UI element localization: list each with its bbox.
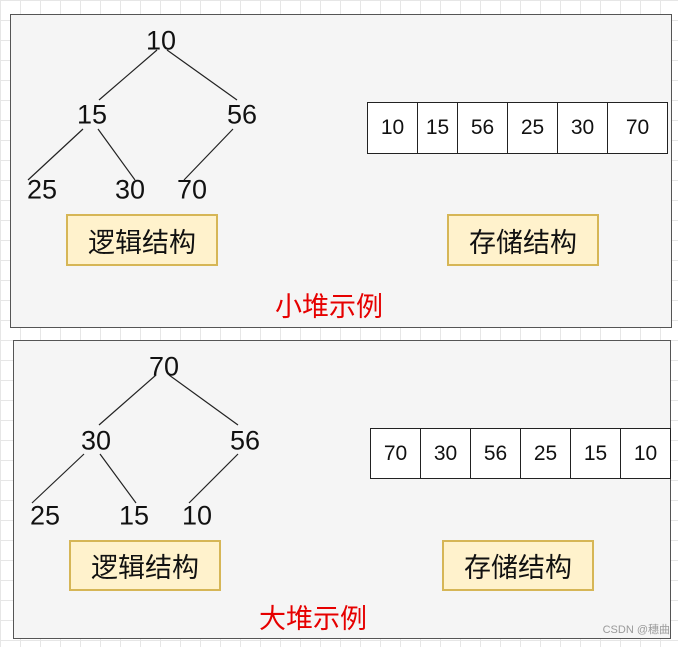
array-cell: 15 xyxy=(418,103,458,153)
min-heap-edges xyxy=(27,49,238,181)
array-cell: 70 xyxy=(625,116,650,139)
storage-array: 10 15 56 25 30 70 xyxy=(367,102,668,154)
edge-left-rightleaf xyxy=(97,128,136,181)
array-cell: 25 xyxy=(521,429,571,478)
edge-right-leftleaf xyxy=(183,128,234,181)
node-root: 10 xyxy=(145,25,177,56)
node-left-left: 25 xyxy=(26,174,58,205)
max-heap-caption: 大堆示例 xyxy=(259,604,367,634)
edge-root-right xyxy=(168,374,239,426)
edge-root-right xyxy=(166,49,238,101)
node-right: 56 xyxy=(229,425,261,456)
edge-left-leftleaf xyxy=(27,128,84,181)
array-cell: 30 xyxy=(421,429,471,478)
logical-structure-label: 逻辑结构 xyxy=(66,214,218,266)
node-right: 56 xyxy=(226,99,258,130)
edge-right-leftleaf xyxy=(188,453,239,504)
edge-root-left xyxy=(98,374,157,426)
storage-structure-label: 存储结构 xyxy=(442,540,594,591)
edge-left-leftleaf xyxy=(31,453,85,504)
node-left-left: 25 xyxy=(29,500,61,531)
node-right-left: 70 xyxy=(176,174,208,205)
min-heap-panel: 10 15 56 25 30 70 10 15 56 25 30 70 逻辑结构… xyxy=(10,14,672,328)
node-right-left: 10 xyxy=(181,500,213,531)
logical-structure-label: 逻辑结构 xyxy=(69,540,221,591)
edge-root-left xyxy=(98,49,158,101)
node-left-right: 15 xyxy=(118,500,150,531)
storage-array: 70 30 56 25 15 10 xyxy=(370,428,671,479)
node-left-right: 30 xyxy=(114,174,146,205)
max-heap-panel: 70 30 56 25 15 10 70 30 56 25 15 10 逻辑结构… xyxy=(13,340,671,639)
csdn-watermark: CSDN @穗曲 xyxy=(602,624,670,636)
array-cell: 70 xyxy=(371,429,421,478)
node-left: 15 xyxy=(76,99,108,130)
node-left: 30 xyxy=(80,425,112,456)
array-cell: 56 xyxy=(471,429,521,478)
edge-left-rightleaf xyxy=(99,453,137,504)
array-cell: 56 xyxy=(458,103,508,153)
array-cell: 10 xyxy=(368,103,418,153)
max-heap-edges xyxy=(31,374,239,504)
array-cell: 30 xyxy=(558,103,608,153)
array-cell: 10 xyxy=(633,441,658,465)
array-cell: 15 xyxy=(571,429,621,478)
array-cell: 25 xyxy=(508,103,558,153)
node-root: 70 xyxy=(148,351,180,382)
min-heap-caption: 小堆示例 xyxy=(275,292,383,322)
storage-structure-label: 存储结构 xyxy=(447,214,599,266)
